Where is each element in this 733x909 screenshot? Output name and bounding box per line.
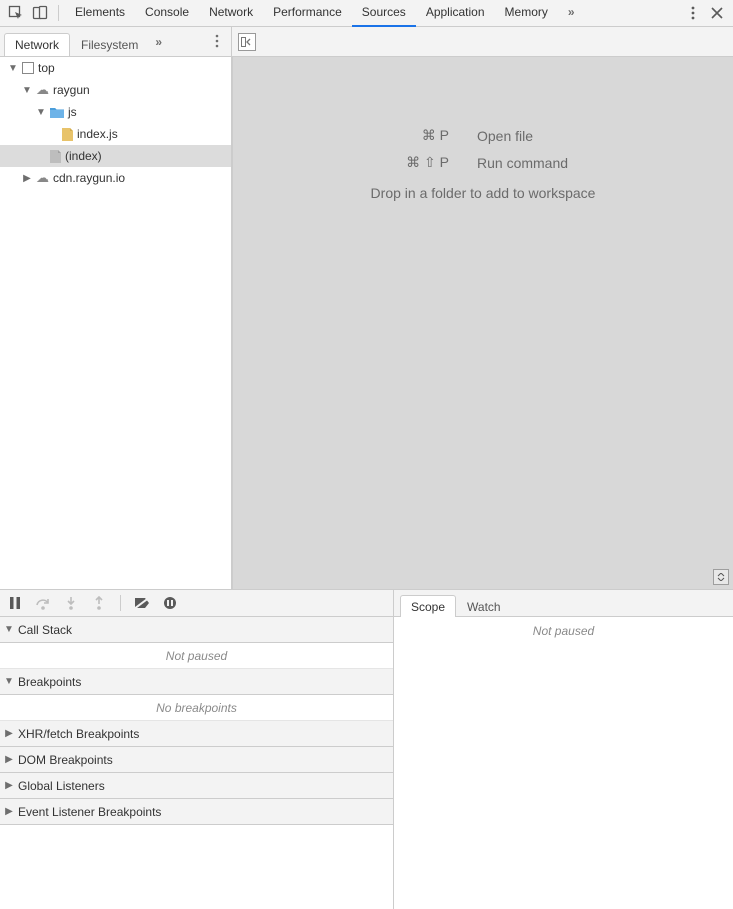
folder-icon: [50, 107, 64, 118]
panel-title: Event Listener Breakpoints: [18, 805, 161, 819]
debugger-controls: [0, 590, 394, 616]
sources-subtoolbar: Network Filesystem »: [0, 27, 733, 57]
tab-application[interactable]: Application: [416, 0, 495, 27]
tab-watch[interactable]: Watch: [456, 595, 512, 617]
navigator-menu-icon[interactable]: [209, 33, 225, 49]
disclosure-triangle-icon[interactable]: ▶: [4, 780, 14, 791]
cloud-icon: ☁: [36, 82, 49, 98]
tab-memory[interactable]: Memory: [495, 0, 558, 27]
panel-title: DOM Breakpoints: [18, 753, 113, 767]
tree-node-raygun[interactable]: ▼ ☁ raygun: [0, 79, 231, 101]
scroll-corner-icon[interactable]: [713, 569, 729, 585]
tree-label: cdn.raygun.io: [53, 171, 125, 185]
navigator-tab-network[interactable]: Network: [4, 33, 70, 56]
toggle-navigator-icon[interactable]: [238, 33, 256, 51]
disclosure-triangle-icon[interactable]: ▼: [4, 624, 14, 635]
disclosure-triangle-icon[interactable]: ▶: [4, 754, 14, 765]
disclosure-triangle-icon[interactable]: ▼: [8, 63, 18, 74]
tree-node-index[interactable]: (index): [0, 145, 231, 167]
breakpoints-empty: No breakpoints: [0, 695, 393, 721]
inspect-element-icon[interactable]: [4, 2, 28, 24]
tree-node-cdn[interactable]: ▶ ☁ cdn.raygun.io: [0, 167, 231, 189]
editor-area[interactable]: ⌘ P Open file ⌘ ⇧ P Run command Drop in …: [232, 57, 733, 589]
separator: [120, 595, 121, 611]
shortcut-open-file-label: Open file: [477, 128, 637, 144]
tab-scope[interactable]: Scope: [400, 595, 456, 617]
editor-header: [232, 27, 733, 56]
tree-node-js-folder[interactable]: ▼ js: [0, 101, 231, 123]
panel-breakpoints[interactable]: ▼ Breakpoints: [0, 669, 393, 695]
pause-script-icon[interactable]: [6, 594, 24, 612]
panel-dom-breakpoints[interactable]: ▶ DOM Breakpoints: [0, 747, 393, 773]
sources-body: ▼ top ▼ ☁ raygun ▼ js index.js (inde: [0, 57, 733, 589]
tree-label: raygun: [53, 83, 90, 97]
panel-global-listeners[interactable]: ▶ Global Listeners: [0, 773, 393, 799]
shortcut-open-file: ⌘ P: [329, 127, 449, 144]
editor-placeholder: ⌘ P Open file ⌘ ⇧ P Run command Drop in …: [233, 127, 733, 201]
tree-node-top[interactable]: ▼ top: [0, 57, 231, 79]
call-stack-empty: Not paused: [0, 643, 393, 669]
pause-on-exceptions-icon[interactable]: [161, 594, 179, 612]
disclosure-triangle-icon[interactable]: ▼: [36, 107, 46, 118]
tab-elements[interactable]: Elements: [65, 0, 135, 27]
panel-tabs: Elements Console Network Performance Sou…: [65, 0, 585, 27]
debugger-panes: ▼ Call Stack Not paused ▼ Breakpoints No…: [0, 617, 733, 909]
disclosure-triangle-icon[interactable]: ▶: [22, 173, 32, 184]
panel-xhr-breakpoints[interactable]: ▶ XHR/fetch Breakpoints: [0, 721, 393, 747]
scope-empty: Not paused: [394, 617, 733, 645]
panel-call-stack[interactable]: ▼ Call Stack: [0, 617, 393, 643]
panel-event-listener-breakpoints[interactable]: ▶ Event Listener Breakpoints: [0, 799, 393, 825]
panel-title: Breakpoints: [18, 675, 81, 689]
drop-folder-hint: Drop in a folder to add to workspace: [371, 185, 596, 201]
scope-pane: Not paused: [394, 617, 733, 909]
disclosure-triangle-icon[interactable]: ▼: [22, 85, 32, 96]
tree-label: js: [68, 105, 77, 119]
separator: [58, 5, 59, 21]
kebab-menu-icon[interactable]: [685, 2, 701, 24]
blank-area: [0, 825, 393, 909]
panel-title: XHR/fetch Breakpoints: [18, 727, 139, 741]
debugger-sidebar-tabs: Scope Watch: [394, 590, 733, 616]
step-out-icon[interactable]: [90, 594, 108, 612]
tab-network[interactable]: Network: [199, 0, 263, 27]
step-into-icon[interactable]: [62, 594, 80, 612]
tab-performance[interactable]: Performance: [263, 0, 352, 27]
document-icon: [50, 150, 61, 163]
device-toolbar-icon[interactable]: [28, 2, 52, 24]
deactivate-breakpoints-icon[interactable]: [133, 594, 151, 612]
tab-sources[interactable]: Sources: [352, 0, 416, 27]
navigator-header: Network Filesystem »: [0, 27, 232, 56]
debugger-toolbar: Scope Watch: [0, 589, 733, 617]
tabs-overflow-icon[interactable]: »: [558, 0, 585, 27]
tree-label: top: [38, 61, 55, 75]
navigator-tabs-overflow-icon[interactable]: »: [155, 35, 162, 49]
tree-label: index.js: [77, 127, 118, 141]
tree-label: (index): [65, 149, 102, 163]
frame-icon: [22, 62, 34, 74]
panel-title: Call Stack: [18, 623, 72, 637]
cloud-icon: ☁: [36, 170, 49, 186]
shortcut-run-command-label: Run command: [477, 155, 637, 171]
disclosure-triangle-icon[interactable]: ▼: [4, 676, 14, 687]
panel-title: Global Listeners: [18, 779, 105, 793]
disclosure-triangle-icon[interactable]: ▶: [4, 728, 14, 739]
close-devtools-icon[interactable]: [709, 2, 725, 24]
tree-node-indexjs[interactable]: index.js: [0, 123, 231, 145]
js-file-icon: [62, 128, 73, 141]
tab-console[interactable]: Console: [135, 0, 199, 27]
debugger-left-panels: ▼ Call Stack Not paused ▼ Breakpoints No…: [0, 617, 394, 909]
devtools-main-toolbar: Elements Console Network Performance Sou…: [0, 0, 733, 27]
step-over-icon[interactable]: [34, 594, 52, 612]
file-navigator[interactable]: ▼ top ▼ ☁ raygun ▼ js index.js (inde: [0, 57, 232, 589]
shortcut-run-command: ⌘ ⇧ P: [329, 154, 449, 171]
navigator-tab-filesystem[interactable]: Filesystem: [70, 33, 149, 56]
disclosure-triangle-icon[interactable]: ▶: [4, 806, 14, 817]
